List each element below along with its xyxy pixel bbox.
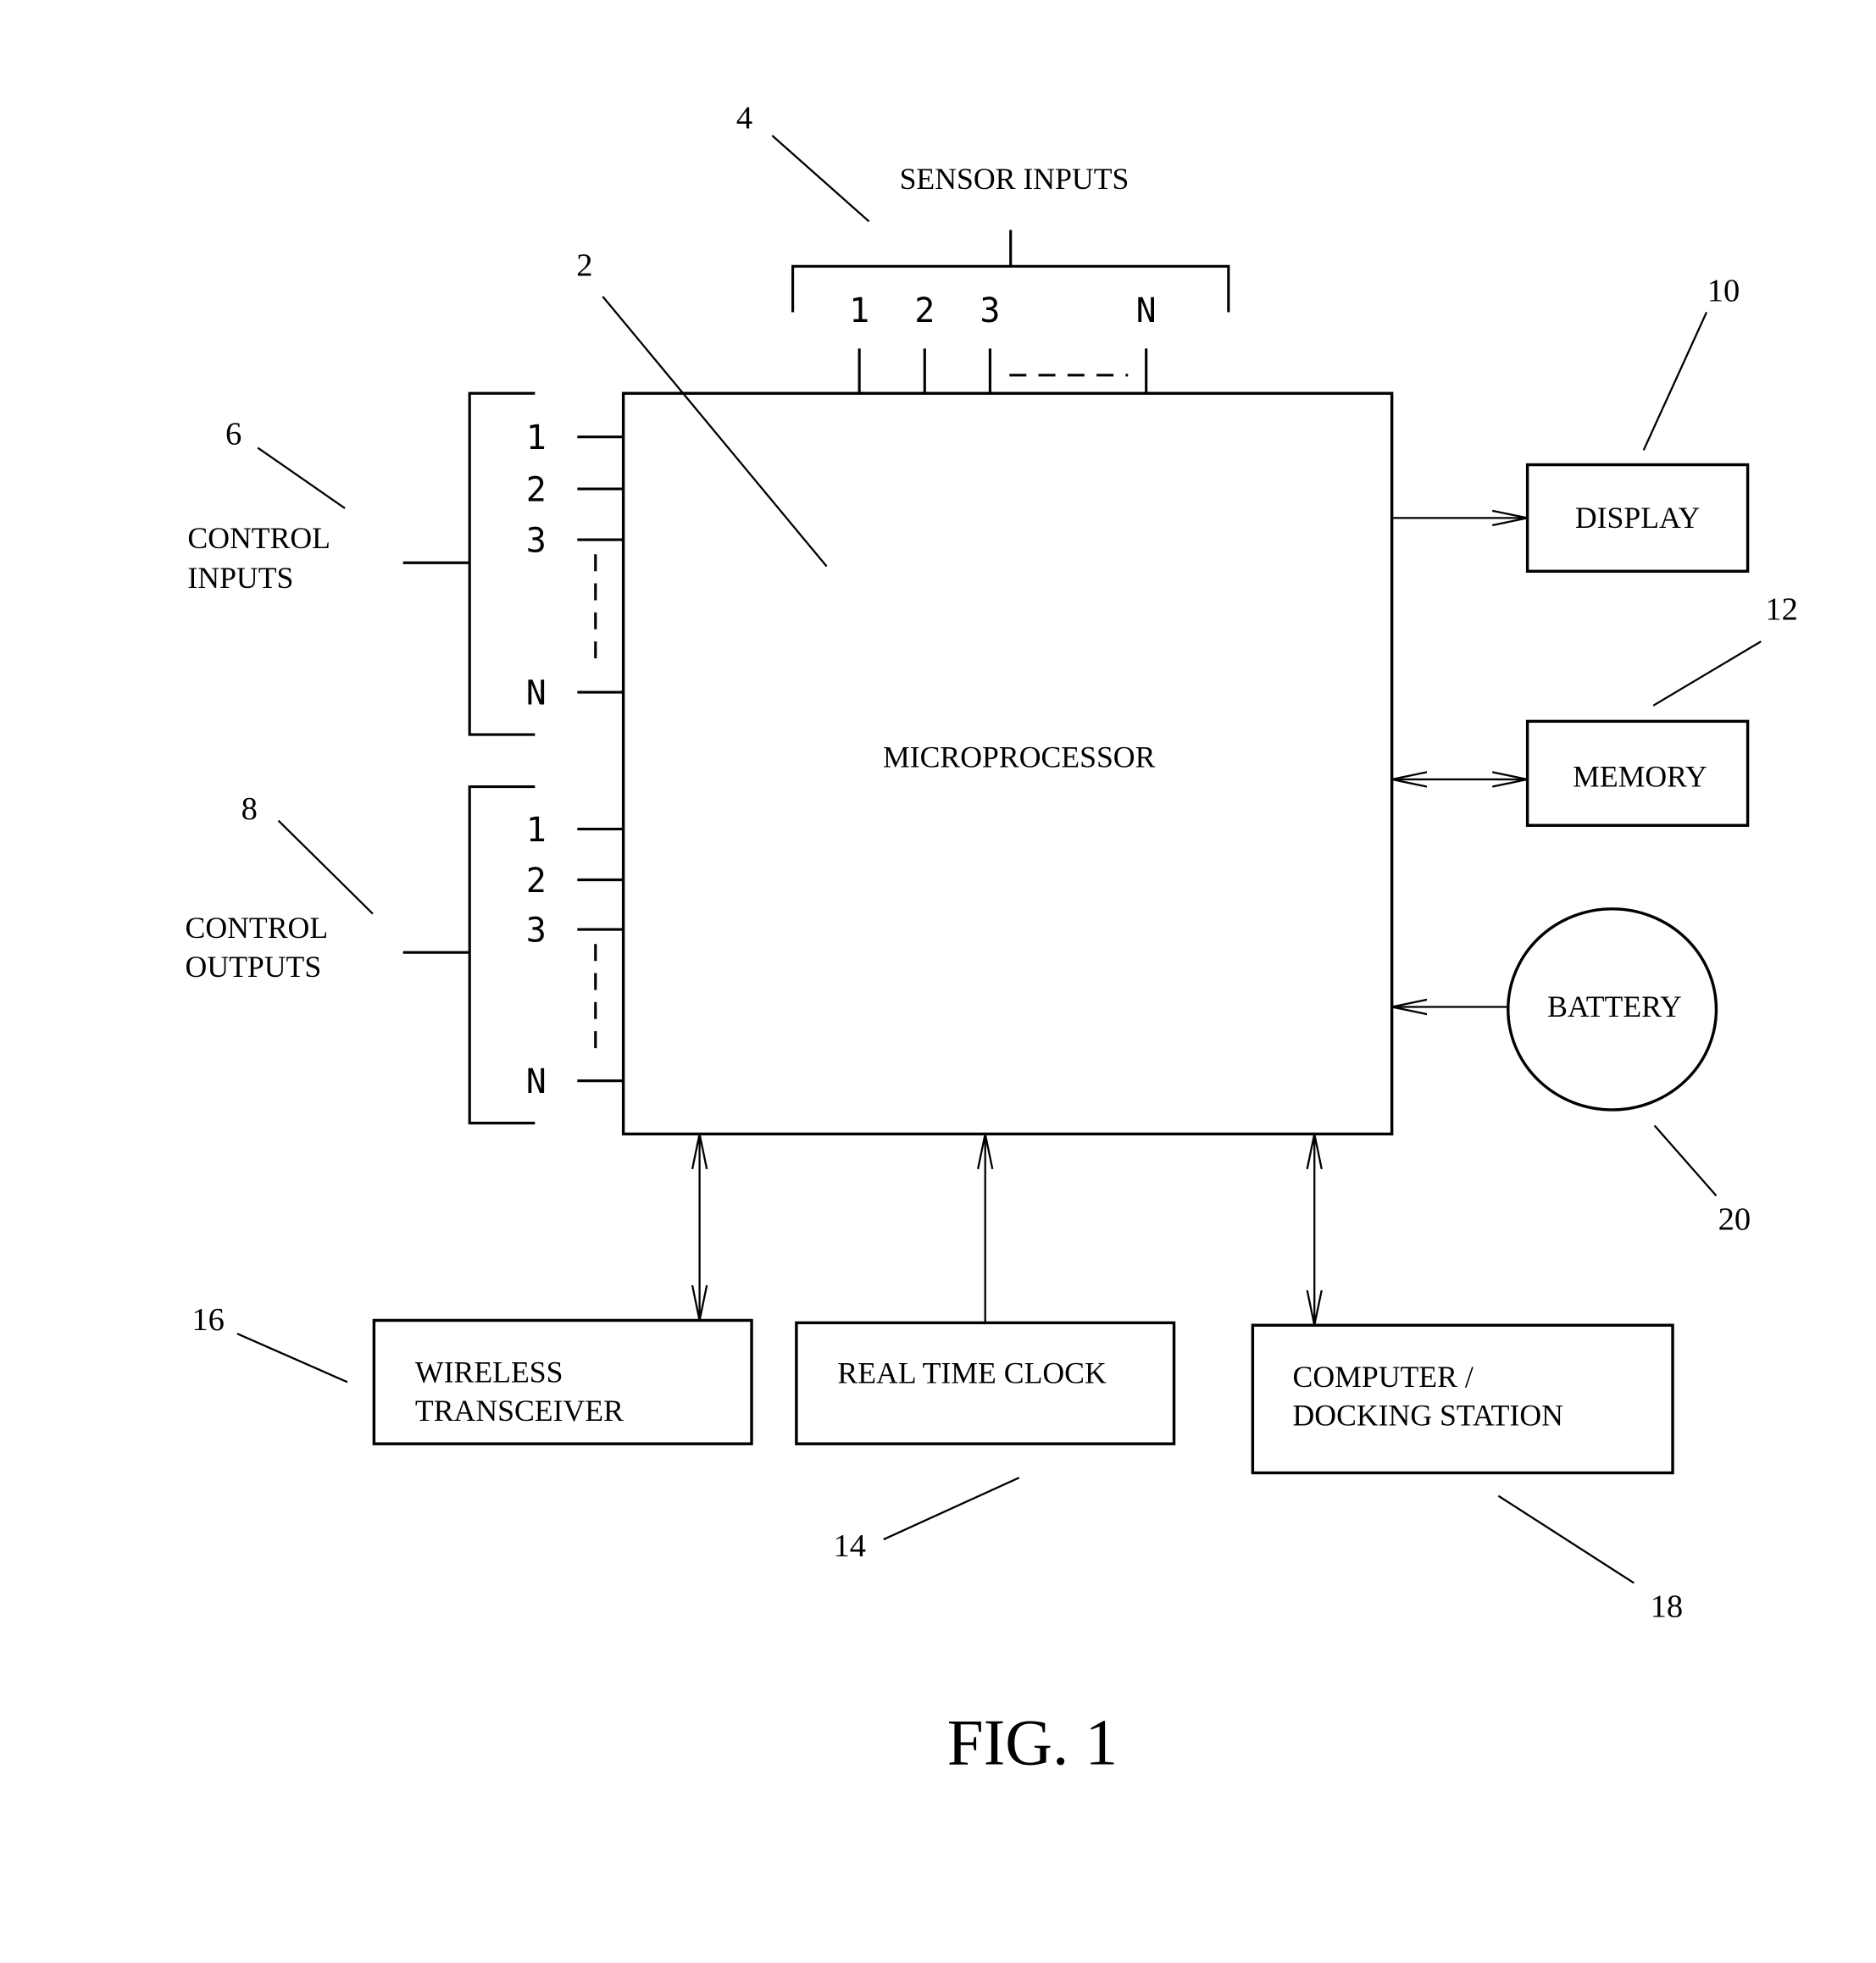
sensor-inputs-label: SENSOR INPUTS	[900, 162, 1129, 196]
sensor-pin-label: 1	[849, 291, 869, 330]
computer-docking-label-line1: COMPUTER /	[1293, 1360, 1474, 1394]
control-input-pin-label: N	[526, 674, 547, 713]
figure-caption: FIG. 1	[947, 1706, 1118, 1779]
control-outputs-ref: 8	[241, 791, 258, 827]
computer-docking-label-line2: DOCKING STATION	[1293, 1399, 1563, 1433]
control-inputs-label-line1: CONTROL	[187, 521, 330, 555]
real-time-clock-leader-line	[883, 1477, 1020, 1541]
battery-ref: 20	[1718, 1201, 1751, 1237]
microprocessor-label: MICROPROCESSOR	[883, 740, 1156, 774]
memory-block: MEMORY 12	[1392, 591, 1798, 827]
sensor-pin-label: 3	[980, 291, 1000, 330]
wireless-transceiver-label-line2: TRANSCEIVER	[415, 1394, 624, 1428]
computer-docking-block: COMPUTER / DOCKING STATION 18	[1251, 1134, 1684, 1624]
battery-label: BATTERY	[1547, 990, 1682, 1023]
memory-ref: 12	[1765, 591, 1798, 627]
control-input-pin-label: 2	[526, 470, 547, 509]
wireless-transceiver-block: WIRELESS TRANSCEIVER 16	[191, 1134, 753, 1445]
display-leader-line	[1642, 312, 1708, 451]
memory-leader-line	[1652, 640, 1762, 707]
sensor-pin-label: N	[1136, 291, 1157, 330]
control-output-pin-label: N	[526, 1062, 547, 1101]
block-diagram: MICROPROCESSOR 2 SENSOR INPUTS 4 1 2 3 N…	[186, 100, 1798, 1779]
display-block: DISPLAY 10	[1391, 274, 1750, 573]
control-inputs-label-line2: INPUTS	[187, 561, 293, 595]
wireless-transceiver-leader-line	[236, 1333, 348, 1384]
computer-docking-leader-line	[1497, 1494, 1635, 1584]
control-outputs-label-line1: CONTROL	[186, 911, 329, 945]
control-outputs-leader-line	[277, 819, 374, 915]
battery-leader-line	[1653, 1124, 1718, 1197]
display-label: DISPLAY	[1575, 501, 1700, 535]
memory-label: MEMORY	[1573, 760, 1707, 794]
display-ref: 10	[1707, 274, 1740, 309]
control-inputs-leader-line	[257, 446, 346, 509]
microprocessor-ref: 2	[576, 248, 592, 284]
battery-block: BATTERY 20	[1392, 907, 1751, 1237]
real-time-clock-ref: 14	[833, 1528, 866, 1564]
control-inputs-group: 6 CONTROL INPUTS 1 2 3 N	[187, 391, 624, 736]
control-input-pin-label: 3	[526, 521, 547, 560]
wireless-transceiver-ref: 16	[191, 1302, 225, 1338]
control-output-pin-label: 1	[526, 811, 547, 850]
control-output-pin-label: 2	[526, 862, 547, 901]
control-input-pin-label: 1	[526, 419, 547, 457]
real-time-clock-label: REAL TIME CLOCK	[837, 1356, 1107, 1390]
control-output-pin-label: 3	[526, 911, 547, 950]
control-inputs-ref: 6	[225, 416, 241, 452]
sensor-inputs-group: SENSOR INPUTS 4 1 2 3 N	[736, 100, 1230, 394]
control-outputs-group: 8 CONTROL OUTPUTS 1 2 3 N	[186, 785, 624, 1125]
wireless-transceiver-label-line1: WIRELESS	[415, 1355, 563, 1389]
sensor-pin-label: 2	[914, 291, 935, 330]
control-outputs-label-line2: OUTPUTS	[186, 950, 322, 984]
real-time-clock-block: REAL TIME CLOCK 14	[795, 1134, 1176, 1564]
sensor-inputs-leader-line	[771, 135, 870, 223]
computer-docking-ref: 18	[1651, 1589, 1684, 1624]
microprocessor-block: MICROPROCESSOR 2	[576, 248, 1394, 1136]
sensor-inputs-ref: 4	[736, 100, 752, 136]
